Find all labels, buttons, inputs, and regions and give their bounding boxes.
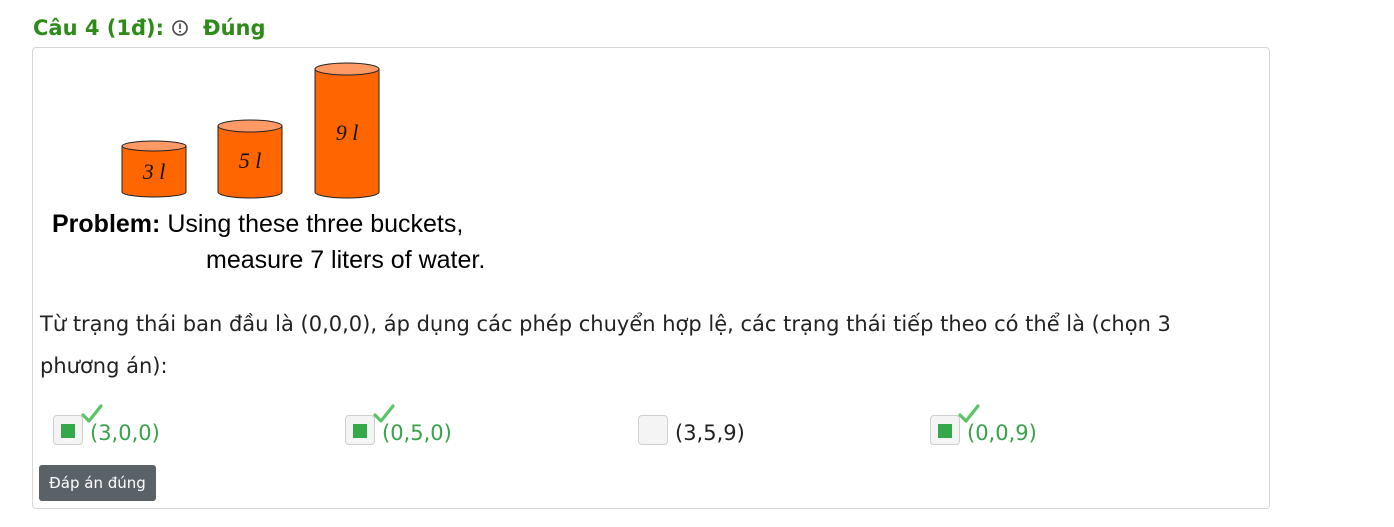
checkbox-fill <box>353 424 367 438</box>
option-checkbox[interactable] <box>930 404 980 445</box>
bucket-label-5l: 5 l <box>239 148 262 173</box>
option-3[interactable]: (3,5,9) <box>638 412 745 448</box>
option-2[interactable]: (0,5,0) <box>345 404 452 448</box>
check-icon <box>373 404 395 423</box>
exclamation-circle-icon <box>172 20 188 36</box>
checkbox-fill <box>938 424 952 438</box>
problem-line-2: measure 7 liters of water. <box>206 246 486 274</box>
check-icon <box>81 404 103 423</box>
checkbox-fill <box>61 424 75 438</box>
option-checkbox[interactable] <box>53 404 103 445</box>
bucket-9l: 9 l <box>314 62 380 199</box>
status-label: Đúng <box>203 16 266 40</box>
bucket-3l: 3 l <box>121 140 187 198</box>
question-header: Câu 4 (1đ): Đúng <box>33 14 266 42</box>
question-text: Từ trạng thái ban đầu là (0,0,0), áp dụn… <box>40 312 1171 378</box>
option-checkbox[interactable] <box>638 415 668 445</box>
option-1[interactable]: (3,0,0) <box>53 404 160 448</box>
option-4[interactable]: (0,0,9) <box>930 404 1037 448</box>
bucket-5l: 5 l <box>217 119 283 199</box>
question-number: Câu 4 (1đ): <box>33 16 165 40</box>
problem-statement: Problem: Using these three buckets, meas… <box>52 206 522 278</box>
problem-bold-label: Problem: <box>52 210 161 238</box>
option-checkbox[interactable] <box>345 404 395 445</box>
bucket-label-9l: 9 l <box>336 120 359 145</box>
option-label: (3,5,9) <box>675 421 745 445</box>
buckets-figure: 3 l 5 l 9 l <box>121 62 380 199</box>
bucket-label-3l: 3 l <box>142 159 166 184</box>
show-answer-button[interactable]: Đáp án đúng <box>39 465 156 501</box>
problem-line-1: Using these three buckets, <box>167 210 464 238</box>
check-icon <box>958 404 980 423</box>
